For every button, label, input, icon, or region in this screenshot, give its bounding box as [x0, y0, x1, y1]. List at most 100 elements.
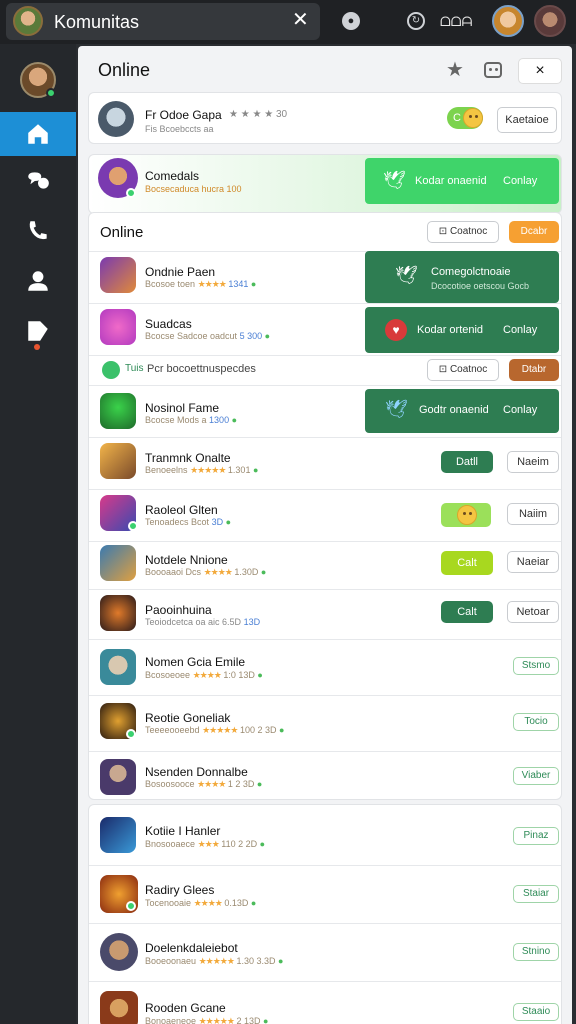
banner-title: Comegolctnoaie	[431, 266, 511, 278]
list-item-sub: Bnosooaece ★★★ 110 2 2D ●	[145, 839, 266, 849]
profile-icon[interactable]	[25, 268, 51, 294]
call-button[interactable]: Calt	[441, 601, 493, 623]
game-thumb[interactable]	[100, 393, 136, 429]
game-thumb[interactable]	[100, 817, 136, 853]
profile-sub: Fis Bcoebccts aa	[145, 124, 214, 134]
divider	[89, 541, 561, 542]
list-item-button[interactable]: Pinaz	[513, 827, 559, 845]
friend-name: Notdele Nnione	[145, 553, 228, 567]
call-button[interactable]: Calt	[441, 551, 493, 575]
game-thumb[interactable]	[100, 545, 136, 581]
game-thumb[interactable]	[100, 933, 138, 971]
divider	[89, 981, 561, 982]
profile-action-button[interactable]: Kaetaioe	[497, 107, 557, 133]
phone-icon[interactable]	[25, 218, 51, 244]
game-thumb[interactable]	[100, 443, 136, 479]
list-item-button[interactable]: Staiar	[513, 885, 559, 903]
featured-card: Comedals Bocsecaduca hucra 100 🕊 Kodar o…	[88, 154, 562, 214]
online-item-sub: Bcosoe toen ★★★★ 1341 ●	[145, 279, 257, 289]
online-section: Online ⊡ Coatnoc Dcabr Ondnie Paen Bcoso…	[88, 212, 562, 800]
call-button[interactable]: Datll	[441, 451, 493, 473]
sidebar-item-home[interactable]	[0, 112, 76, 156]
friend-sub: Tenoadecs Bcot 3D ●	[145, 517, 232, 527]
friend-sub: Teoiodcetca oa aic 6.5D 13D	[145, 617, 261, 627]
online-item-banner[interactable]: 🕊 Comegolctnoaie Dcocotioe oetscou Gocb	[365, 251, 559, 303]
app-avatar[interactable]	[13, 6, 43, 36]
filter-button[interactable]: ⊡ Coatnoc	[427, 359, 499, 381]
star-icon[interactable]: ★	[446, 60, 464, 80]
app-title: Komunitas	[54, 12, 140, 32]
list-item-name: Kotiie I Hanler	[145, 824, 221, 838]
list-item-name: Nsenden Donnalbe	[145, 765, 248, 779]
refresh-icon[interactable]: ↻	[407, 12, 425, 30]
settings-icon[interactable]: ●	[342, 12, 360, 30]
list-item-button[interactable]: Stnino	[513, 943, 559, 961]
sort-button[interactable]: Dcabr	[509, 221, 559, 243]
friend-name: Tranmnk Onalte	[145, 451, 231, 465]
game-thumb[interactable]	[100, 759, 136, 795]
panel-title: Online	[98, 60, 151, 80]
top-text: ᗝᗝᗩ	[440, 14, 473, 29]
online-item-name: Nosinol Fame	[145, 401, 220, 415]
banner-label: Kodar ortenid	[417, 324, 484, 336]
list-item-sub: Bosoosooce ★★★★ 1 2 3D ●	[145, 779, 263, 789]
panel-close-button[interactable]: ×	[518, 58, 562, 84]
online-panel: Online ★ × Fr Odoe Gapa ★ ★ ★ ★ 30 Fis B…	[78, 46, 572, 1024]
game-thumb[interactable]	[100, 649, 136, 685]
smile-icon	[463, 108, 483, 128]
friend-avatar[interactable]	[534, 5, 566, 37]
game-thumb[interactable]	[100, 257, 136, 293]
name-button[interactable]: Netoar	[507, 601, 559, 623]
list-item-button[interactable]: Viaber	[513, 767, 559, 785]
home-icon	[28, 124, 48, 144]
divider	[89, 437, 561, 438]
list-item-name: Radiry Glees	[145, 883, 215, 897]
profile-name: Fr Odoe Gapa	[145, 108, 222, 122]
online-status-dot	[128, 521, 138, 531]
name-button[interactable]: Naeiar	[507, 551, 559, 573]
name-button[interactable]: Naeim	[507, 451, 559, 473]
game-thumb[interactable]	[100, 309, 136, 345]
friend-name: Raoleol Glten	[145, 503, 218, 517]
divider	[89, 303, 561, 304]
game-thumb[interactable]	[100, 991, 138, 1024]
filter-button[interactable]: ⊡ Coatnoc	[427, 221, 499, 243]
featured-banner[interactable]: 🕊 Kodar onaenid Conlay	[365, 158, 559, 204]
close-icon[interactable]: ✕	[292, 10, 309, 30]
profile-rating: ★ ★ ★ ★ 30	[229, 109, 288, 120]
sort-button[interactable]: Dtabr	[509, 359, 559, 381]
list-item-button[interactable]: Staaio	[513, 1003, 559, 1021]
online-item-banner[interactable]: 🕊 Godtr onaenid Conlay	[365, 389, 559, 433]
user-avatar[interactable]	[492, 5, 524, 37]
friend-name: Paooinhuina	[145, 603, 212, 617]
banner-action: Conlay	[503, 324, 538, 336]
online-status-dot	[126, 901, 136, 911]
list-item-name: Doelenkdaleiebot	[145, 941, 238, 955]
online-item-banner[interactable]: ♥ Kodar ortenid Conlay	[365, 307, 559, 353]
list-item-name: Nomen Gcia Emile	[145, 655, 246, 669]
profile-card: Fr Odoe Gapa ★ ★ ★ ★ 30 Fis Bcoebccts aa…	[88, 92, 562, 144]
top-bar: Komunitas ✕ ● ↻ ᗝᗝᗩ	[0, 0, 576, 44]
bird-icon: 🕊	[395, 265, 418, 285]
bot-icon[interactable]	[484, 62, 502, 78]
name-button[interactable]: Naiim	[507, 503, 559, 525]
featured-banner-label: Kodar onaenid	[415, 175, 487, 187]
chat-icon[interactable]	[25, 168, 51, 194]
featured-sub: Bocsecaduca hucra 100	[145, 184, 242, 194]
online-status-dot	[126, 729, 136, 739]
banner-label: Godtr onaenid	[419, 404, 489, 416]
game-thumb[interactable]	[100, 595, 136, 631]
profile-avatar[interactable]	[98, 101, 134, 137]
list-item-sub: Bcosoeoee ★★★★ 1:0 13D ●	[145, 670, 263, 680]
list-item-button[interactable]: Tocio	[513, 713, 559, 731]
divider	[89, 695, 561, 696]
list-item-button[interactable]: Stsmo	[513, 657, 559, 675]
online-status-dot	[126, 188, 136, 198]
friend-sub: Benoeelns ★★★★★ 1.301 ●	[145, 465, 259, 475]
whatsapp-icon	[102, 361, 120, 379]
smile-icon	[457, 505, 477, 525]
online-item-sub: Bcocse Mods a 1300 ●	[145, 415, 238, 425]
friend-sub: Boooaaoi Dcs ★★★★ 1.30D ●	[145, 567, 267, 577]
banner-sub: Dcocotioe oetscou Gocb	[431, 281, 530, 291]
tag-icon[interactable]	[25, 318, 51, 344]
